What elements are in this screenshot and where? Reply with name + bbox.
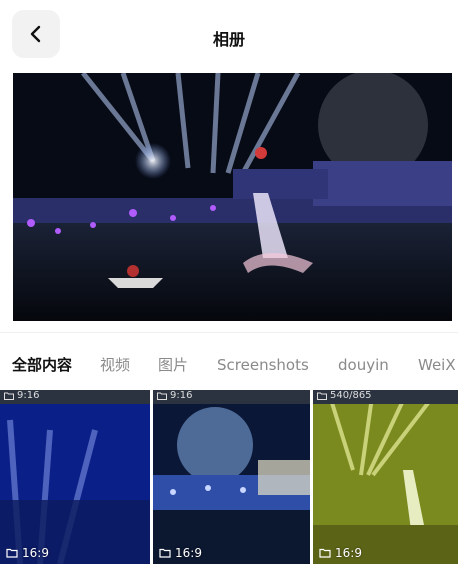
folder-icon — [157, 392, 167, 400]
tab-images[interactable]: 图片 — [158, 350, 188, 380]
aspect-ratio-badge: 16:9 — [159, 546, 202, 560]
folder-icon — [4, 392, 14, 400]
top-bar: 相册 — [0, 0, 458, 70]
aspect-ratio-badge: 16:9 — [319, 546, 362, 560]
tab-douyin[interactable]: douyin — [338, 350, 389, 380]
media-thumbnail[interactable]: 9:16 16:9 — [153, 390, 310, 564]
selected-photo-preview[interactable] — [13, 73, 452, 321]
tab-videos[interactable]: 视频 — [100, 350, 130, 380]
media-thumbnail[interactable]: 540/865 16:9 — [313, 390, 458, 564]
preview-image — [13, 73, 452, 321]
folder-icon — [159, 548, 171, 558]
thumbnail-top-label: 9:16 — [4, 390, 39, 401]
thumbnail-top-label: 9:16 — [157, 390, 192, 401]
folder-icon — [6, 548, 18, 558]
divider — [0, 332, 458, 333]
album-tabs: 全部内容 视频 图片 Screenshots douyin WeiX — [0, 350, 458, 380]
tab-screenshots[interactable]: Screenshots — [217, 350, 309, 380]
media-grid: 9:16 16:9 9:16 16:9 540/865 16:9 — [0, 390, 458, 564]
folder-icon — [319, 548, 331, 558]
tab-all-content[interactable]: 全部内容 — [12, 350, 72, 380]
thumbnail-top-label: 540/865 — [317, 390, 372, 401]
media-thumbnail[interactable]: 9:16 16:9 — [0, 390, 150, 564]
folder-icon — [317, 392, 327, 400]
aspect-ratio-badge: 16:9 — [6, 546, 49, 560]
page-title: 相册 — [212, 30, 245, 49]
tab-weixin[interactable]: WeiX — [418, 350, 456, 380]
